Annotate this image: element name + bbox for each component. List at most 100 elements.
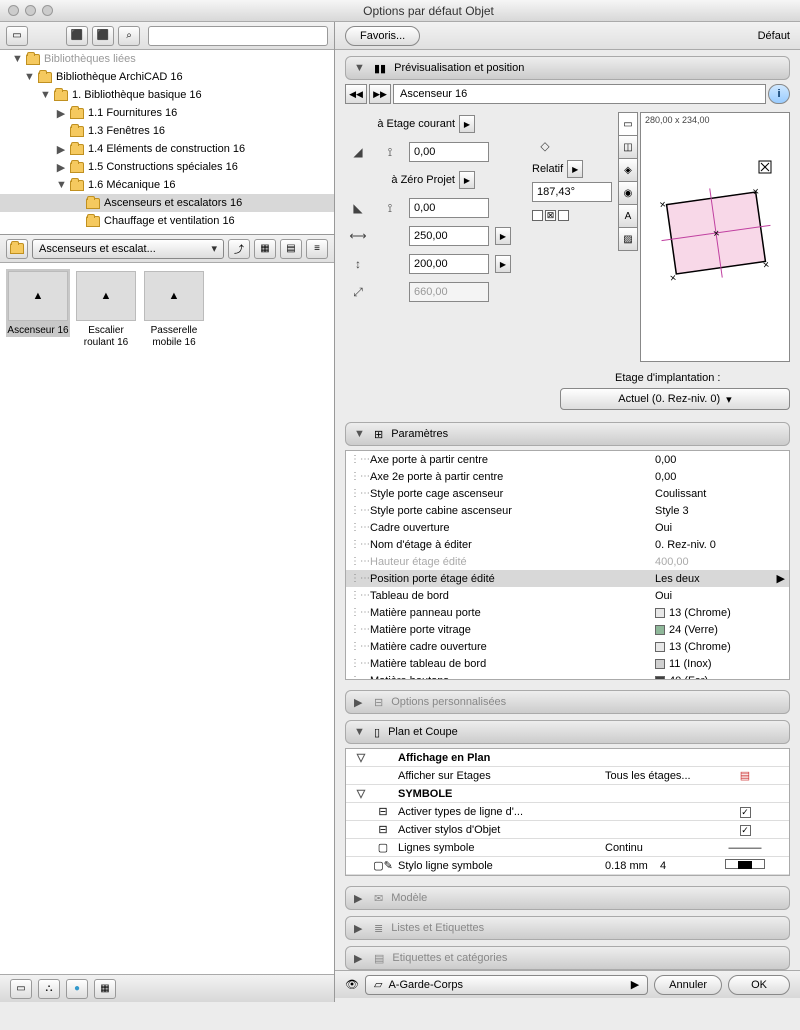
tree-item[interactable]: ▶1.4 Eléments de construction 16: [0, 140, 334, 158]
plan-row-lines[interactable]: ▢Lignes symboleContinu———: [346, 839, 789, 857]
height-step[interactable]: ▶: [495, 255, 511, 273]
plan-row-pens[interactable]: ⊟Activer stylos d'Objet✓: [346, 821, 789, 839]
lib-btn-2[interactable]: ⬛: [92, 26, 114, 46]
search-input[interactable]: [148, 26, 328, 46]
etage-courant-step[interactable]: ▶: [459, 115, 475, 133]
tree-item[interactable]: 1.3 Fenêtres 16: [0, 122, 334, 140]
param-row[interactable]: ⋮⋯Matière panneau porte13 (Chrome): [346, 604, 789, 621]
search-button[interactable]: ⌕: [118, 26, 140, 46]
preview-tab-shaded[interactable]: ◉: [618, 181, 638, 205]
etage-label: Etage d'implantation :: [615, 372, 790, 384]
prev-object-button[interactable]: ◀◀: [345, 84, 367, 104]
input-angle[interactable]: [532, 182, 612, 202]
mirror-z-checkbox[interactable]: [558, 210, 569, 221]
param-row[interactable]: ⋮⋯Hauteur étage édité400,00: [346, 553, 789, 570]
view-large-icons-button[interactable]: ▦: [254, 239, 276, 259]
section-plan-coupe[interactable]: ▼ ▯ Plan et Coupe: [345, 720, 790, 744]
param-row[interactable]: ⋮⋯Style porte cage ascenseurCoulissant: [346, 485, 789, 502]
input-etage-courant[interactable]: [409, 142, 489, 162]
tree-item[interactable]: ▼Bibliothèque ArchiCAD 16: [0, 68, 334, 86]
preview-tab-hatch[interactable]: ▨: [618, 227, 638, 251]
tree-item[interactable]: ▼1. Bibliothèque basique 16: [0, 86, 334, 104]
labels-icon: ▤: [374, 952, 384, 965]
folder-dropdown[interactable]: Ascenseurs et escalat... ▾: [32, 239, 224, 259]
view-mode-button[interactable]: ▭: [6, 26, 28, 46]
label-etage-courant: à Etage courant ▶: [345, 115, 475, 133]
eye-icon[interactable]: 👁: [345, 978, 359, 991]
param-row[interactable]: ⋮⋯Nom d'étage à éditer0. Rez-niv. 0: [346, 536, 789, 553]
tree-item[interactable]: Chauffage et ventilation 16: [0, 212, 334, 230]
width-step[interactable]: ▶: [495, 227, 511, 245]
object-grid[interactable]: ▲Ascenseur 16▲Escalier roulant 16▲Passer…: [0, 263, 334, 974]
param-row[interactable]: ⋮⋯Position porte étage éditéLes deux▶: [346, 570, 789, 587]
section-etiquettes[interactable]: ▶▤ Etiquettes et catégories: [345, 946, 790, 970]
preview-tab-text[interactable]: A: [618, 204, 638, 228]
footer-btn-3[interactable]: ●: [66, 979, 88, 999]
preview-tab-3d[interactable]: ◫: [618, 135, 638, 159]
lib-btn-1[interactable]: ⬛: [66, 26, 88, 46]
input-height[interactable]: [409, 254, 489, 274]
tree-item[interactable]: ▶1.5 Constructions spéciales 16: [0, 158, 334, 176]
param-row[interactable]: ⋮⋯Tableau de bordOui: [346, 587, 789, 604]
param-row[interactable]: ⋮⋯Cadre ouvertureOui: [346, 519, 789, 536]
footer-btn-4[interactable]: ▦: [94, 979, 116, 999]
library-tree[interactable]: ▼Bibliothèques liées▼Bibliothèque ArchiC…: [0, 50, 334, 235]
param-row[interactable]: ⋮⋯Matière tableau de bord11 (Inox): [346, 655, 789, 672]
tree-item[interactable]: Ascenseurs et escalators 16: [0, 194, 334, 212]
grid-item[interactable]: ▲Passerelle mobile 16: [142, 269, 206, 349]
plan-row-linetypes[interactable]: ⊟Activer types de ligne d'...✓: [346, 803, 789, 821]
section-parametres[interactable]: ▼ ⊞ Paramètres: [345, 422, 790, 446]
svg-text:×: ×: [659, 199, 667, 212]
etage-dropdown[interactable]: Actuel (0. Rez-niv. 0)▾: [560, 388, 790, 410]
param-row[interactable]: ⋮⋯Axe 2e porte à partir centre0,00: [346, 468, 789, 485]
section-listes[interactable]: ▶≣ Listes et Etiquettes: [345, 916, 790, 940]
tree-item[interactable]: ▼1.6 Mécanique 16: [0, 176, 334, 194]
mirror-x-checkbox[interactable]: [532, 210, 543, 221]
up-folder-button[interactable]: ⤴: [228, 239, 250, 259]
param-row[interactable]: ⋮⋯Axe porte à partir centre0,00: [346, 451, 789, 468]
pens-checkbox[interactable]: ✓: [740, 825, 751, 836]
cancel-button[interactable]: Annuler: [654, 975, 722, 995]
param-row[interactable]: ⋮⋯Matière boutons40 (Fer): [346, 672, 789, 680]
linetypes-checkbox[interactable]: ✓: [740, 807, 751, 818]
section-modele[interactable]: ▶✉ Modèle: [345, 886, 790, 910]
view-list-button[interactable]: ≡: [306, 239, 328, 259]
preview-tab-2d[interactable]: ▭: [618, 112, 638, 136]
close-window-icon[interactable]: [8, 5, 19, 16]
tree-item[interactable]: ▼Bibliothèques liées: [0, 50, 334, 68]
window-title: Options par défaut Objet: [65, 4, 792, 18]
preview-canvas[interactable]: 280,00 x 234,00 × × × ×: [640, 112, 790, 362]
plan-row-pen[interactable]: ▢✎Stylo ligne symbole0.18 mm 4: [346, 857, 789, 875]
total-icon: ⤢: [345, 282, 371, 302]
zoom-window-icon[interactable]: [42, 5, 53, 16]
section-preview-position[interactable]: ▼ ▮▮ Prévisualisation et position: [345, 56, 790, 80]
footer-btn-2[interactable]: ⛬: [38, 979, 60, 999]
favorites-button[interactable]: Favoris...: [345, 26, 420, 46]
section-custom[interactable]: ▶ ⊟ Options personnalisées: [345, 690, 790, 714]
footer-btn-1[interactable]: ▭: [10, 979, 32, 999]
default-label: Défaut: [758, 30, 790, 42]
layer-dropdown[interactable]: ▱ A-Garde-Corps ▶: [365, 975, 648, 995]
mirror-y-checkbox[interactable]: ⊠: [545, 210, 556, 221]
param-row[interactable]: ⋮⋯Matière cadre ouverture13 (Chrome): [346, 638, 789, 655]
view-small-icons-button[interactable]: ▤: [280, 239, 302, 259]
zero-projet-step[interactable]: ▶: [459, 171, 475, 189]
preview-tab-axo[interactable]: ◈: [618, 158, 638, 182]
tree-item[interactable]: ▶1.1 Fournitures 16: [0, 104, 334, 122]
param-row[interactable]: ⋮⋯Matière porte vitrage24 (Verre): [346, 621, 789, 638]
grid-item[interactable]: ▲Ascenseur 16: [6, 269, 70, 337]
relatif-step[interactable]: ▶: [567, 160, 583, 178]
model-icon: ✉: [374, 892, 383, 905]
plan-row-afficher[interactable]: Afficher sur EtagesTous les étages...▤: [346, 767, 789, 785]
input-width[interactable]: [409, 226, 489, 246]
minimize-window-icon[interactable]: [25, 5, 36, 16]
next-object-button[interactable]: ▶▶: [369, 84, 391, 104]
object-name-field[interactable]: Ascenseur 16: [393, 84, 766, 104]
info-button[interactable]: i: [768, 84, 790, 104]
ok-button[interactable]: OK: [728, 975, 790, 995]
elev2-icon: ⟟: [377, 198, 403, 218]
param-row[interactable]: ⋮⋯Style porte cabine ascenseurStyle 3: [346, 502, 789, 519]
input-zero-projet[interactable]: [409, 198, 489, 218]
grid-item[interactable]: ▲Escalier roulant 16: [74, 269, 138, 349]
parameter-list[interactable]: ⋮⋯Axe porte à partir centre0,00⋮⋯Axe 2e …: [345, 450, 790, 680]
